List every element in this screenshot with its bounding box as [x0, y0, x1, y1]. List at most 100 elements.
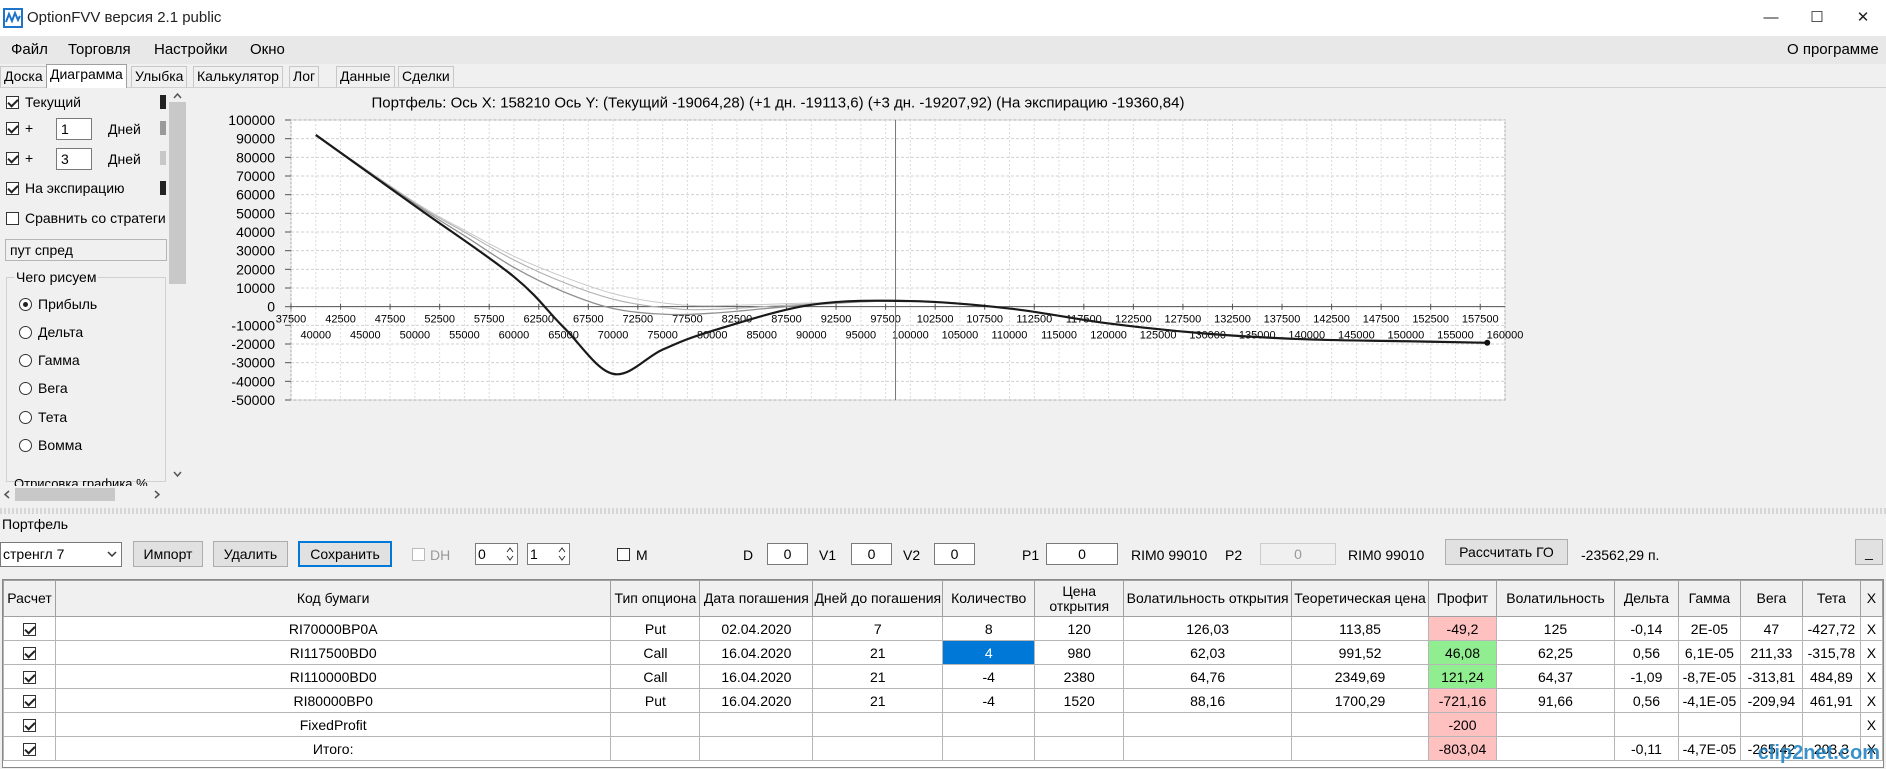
current-checkbox[interactable]	[6, 96, 19, 109]
header-col-days[interactable]: Дней до погашения	[812, 580, 944, 617]
series-end-point	[1484, 339, 1491, 346]
plus-days-1-checkbox[interactable]	[6, 122, 19, 135]
payoff-chart[interactable]: 1000009000080000700006000050000400003000…	[188, 89, 1886, 506]
calc-checkbox[interactable]	[22, 695, 36, 709]
table-row[interactable]: RI70000BP0A Put 02.04.2020 7 8 120 126,03 113,8…	[3, 616, 1883, 641]
calc-checkbox[interactable]	[22, 743, 36, 757]
table-row[interactable]: FixedProfit -200 X	[3, 712, 1883, 737]
days-1-input[interactable]: 1	[56, 118, 92, 140]
calc-cell[interactable]	[3, 736, 56, 761]
cell-vol: 125	[1495, 616, 1615, 641]
menu-settings[interactable]: Настройки	[154, 41, 228, 58]
header-col-profit[interactable]: Профит	[1428, 580, 1497, 617]
table-header-row: Расчет Код бумаги Тип опциона Дата погашени…	[3, 580, 1883, 617]
tab-deals[interactable]: Сделки	[398, 66, 454, 87]
cell-x[interactable]: X	[1859, 688, 1883, 713]
cell-qty[interactable]: 4	[942, 640, 1036, 665]
menu-trading[interactable]: Торговля	[68, 41, 131, 58]
calc-cell[interactable]	[3, 616, 56, 641]
cell-x[interactable]: X	[1859, 664, 1883, 689]
calc-checkbox[interactable]	[22, 647, 36, 661]
panel-vertical-scrollbar[interactable]	[169, 89, 186, 483]
calc-cell[interactable]	[3, 640, 56, 665]
calc-checkbox[interactable]	[22, 719, 36, 733]
table-row[interactable]: RI110000BD0 Call 16.04.2020 21 -4 2380 64,76 23…	[3, 664, 1883, 689]
close-button[interactable]: ✕	[1840, 0, 1886, 36]
calc-checkbox[interactable]	[22, 671, 36, 685]
compare-strategy-checkbox[interactable]	[6, 212, 19, 225]
header-col-gamma[interactable]: Гамма	[1677, 580, 1741, 617]
v1-input[interactable]: 0	[851, 543, 892, 565]
calc-checkbox[interactable]	[22, 623, 36, 637]
portfolio-select[interactable]: стренгл 7	[0, 542, 122, 567]
header-col-delta[interactable]: Дельта	[1613, 580, 1679, 617]
header-col-calc[interactable]: Расчет	[3, 580, 56, 617]
cell-theo: 2349,69	[1291, 664, 1430, 689]
dh-checkbox[interactable]	[412, 548, 425, 561]
header-col-theo[interactable]: Теоретическая цена	[1291, 580, 1430, 617]
cell-qty[interactable]: -4	[942, 664, 1036, 689]
spin-2-input[interactable]: 1	[527, 543, 570, 565]
tab-diagram[interactable]: Диаграмма	[46, 64, 127, 88]
radio-gamma[interactable]	[19, 354, 32, 367]
plus-days-3-checkbox[interactable]	[6, 152, 19, 165]
collapse-button[interactable]: _	[1855, 539, 1883, 565]
header-col-theta[interactable]: Тета	[1801, 580, 1861, 617]
tab-smile[interactable]: Улыбка	[131, 66, 188, 87]
radio-vomma[interactable]	[19, 439, 32, 452]
p2-input[interactable]: 0	[1260, 543, 1336, 565]
cell-qty[interactable]	[942, 712, 1036, 737]
tab-board[interactable]: Доска	[0, 66, 47, 87]
cell-qty[interactable]: 8	[942, 616, 1036, 641]
x-tick-label-top: 62500	[523, 314, 554, 326]
hscroll-track-icon	[3, 488, 161, 501]
days-3-input[interactable]: 3	[56, 148, 92, 170]
header-col-vol[interactable]: Волатильность	[1495, 580, 1615, 617]
header-col-type[interactable]: Тип опциона	[610, 580, 701, 617]
spin-1-input[interactable]: 0	[475, 543, 518, 565]
delete-button[interactable]: Удалить	[213, 541, 288, 567]
calculate-go-button[interactable]: Рассчитать ГО	[1445, 539, 1568, 565]
expiration-checkbox[interactable]	[6, 182, 19, 195]
tab-data[interactable]: Данные	[336, 66, 395, 87]
table-row[interactable]: Итого: -803,04 -0,11 -4,7E-05 -265,42 203,3 X	[3, 736, 1883, 761]
tab-calculator[interactable]: Калькулятор	[193, 66, 283, 87]
header-col-code[interactable]: Код бумаги	[54, 580, 612, 617]
table-body: RI70000BP0A Put 02.04.2020 7 8 120 126,03 113,8…	[3, 616, 1883, 761]
header-col-qty[interactable]: Количество	[942, 580, 1036, 617]
radio-profit[interactable]	[19, 298, 32, 311]
import-button[interactable]: Импорт	[133, 541, 203, 567]
m-checkbox[interactable]	[617, 548, 630, 561]
p1-input[interactable]: 0	[1046, 543, 1118, 565]
menu-about[interactable]: О программе	[1787, 41, 1879, 58]
panel-horizontal-scrollbar[interactable]	[0, 486, 169, 503]
header-col-date[interactable]: Дата погашения	[699, 580, 814, 617]
menu-file[interactable]: Файл	[11, 41, 48, 58]
cell-qty[interactable]	[942, 736, 1036, 761]
radio-theta[interactable]	[19, 411, 32, 424]
maximize-button[interactable]: ☐	[1794, 0, 1840, 36]
cell-x[interactable]: X	[1859, 640, 1883, 665]
cell-x[interactable]: X	[1859, 712, 1883, 737]
d-input[interactable]: 0	[767, 543, 808, 565]
save-button[interactable]: Сохранить	[298, 541, 392, 567]
menu-window[interactable]: Окно	[250, 41, 285, 58]
calc-cell[interactable]	[3, 712, 56, 737]
cell-qty[interactable]: -4	[942, 688, 1036, 713]
header-col-vol-open[interactable]: Волатильность открытия	[1123, 580, 1293, 617]
strategy-select[interactable]: пут спред	[5, 239, 167, 261]
table-row[interactable]: RI117500BD0 Call 16.04.2020 21 4 980 62,03 991,…	[3, 640, 1883, 665]
header-col-remove[interactable]: X	[1859, 580, 1883, 617]
calc-cell[interactable]	[3, 664, 56, 689]
minimize-button[interactable]: —	[1748, 0, 1794, 36]
spin-1-value: 0	[478, 546, 486, 562]
calc-cell[interactable]	[3, 688, 56, 713]
v2-input[interactable]: 0	[934, 543, 975, 565]
header-col-price[interactable]: Цена открытия	[1034, 580, 1125, 617]
header-col-vega[interactable]: Вега	[1739, 580, 1803, 617]
radio-delta[interactable]	[19, 326, 32, 339]
table-row[interactable]: RI80000BP0 Put 16.04.2020 21 -4 1520 88,16 1700…	[3, 688, 1883, 713]
cell-x[interactable]: X	[1859, 616, 1883, 641]
radio-vega[interactable]	[19, 382, 32, 395]
tab-log[interactable]: Лог	[289, 66, 320, 87]
